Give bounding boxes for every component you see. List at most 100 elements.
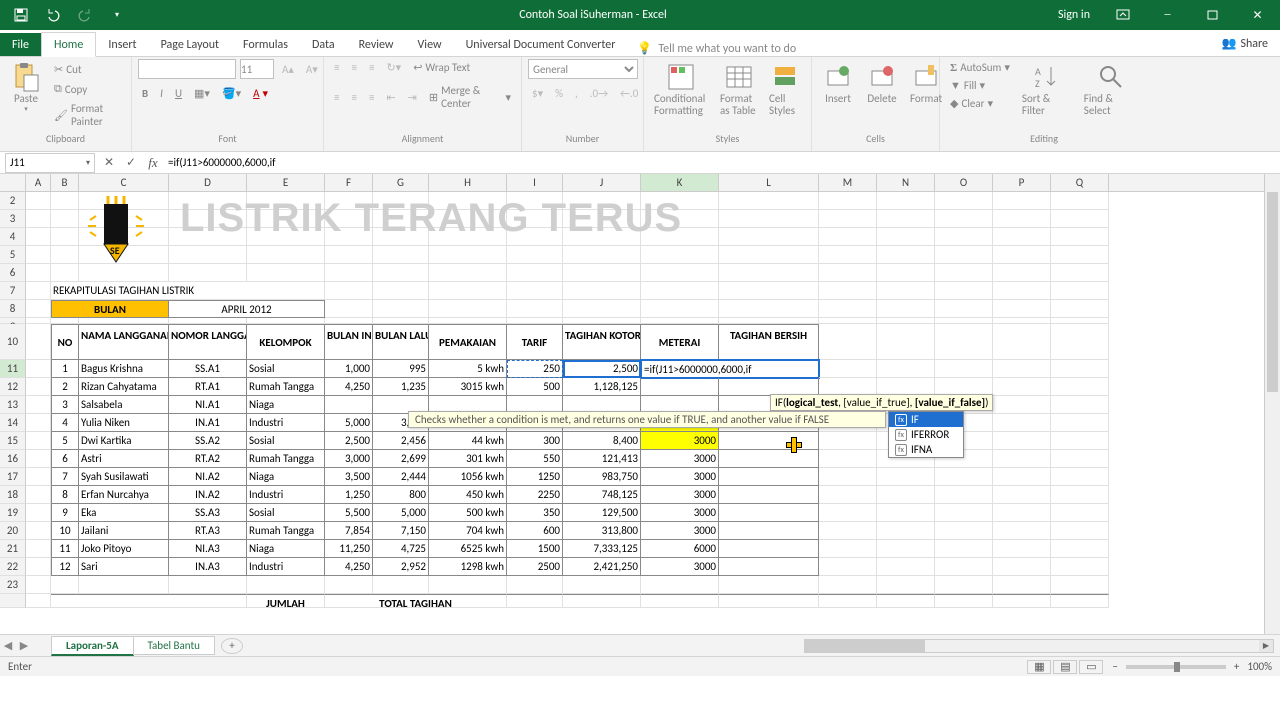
italic-button[interactable]: I: [156, 85, 167, 102]
font-size-input[interactable]: [240, 59, 274, 79]
sheet-tab-laporan[interactable]: Laporan-5A: [51, 636, 134, 656]
titlebar: ▾ Contoh Soal iSuherman - Excel Sign in …: [0, 0, 1280, 30]
tab-udc[interactable]: Universal Document Converter: [454, 33, 628, 56]
autocomplete-item-iferror[interactable]: fxIFERROR: [889, 427, 963, 442]
font-name-input[interactable]: [138, 59, 236, 79]
copy-button[interactable]: ⧉Copy: [50, 80, 125, 98]
redo-button[interactable]: [70, 1, 100, 29]
save-button[interactable]: [6, 1, 36, 29]
tab-home[interactable]: Home: [41, 32, 96, 57]
cut-button[interactable]: ✂Cut: [50, 61, 125, 78]
sheet-tab-tabelbantu[interactable]: Tabel Bantu: [133, 636, 215, 655]
tab-data[interactable]: Data: [300, 33, 347, 56]
tab-view[interactable]: View: [406, 33, 454, 56]
delete-cell-button[interactable]: Delete: [862, 59, 902, 107]
decimal-dec-button[interactable]: ←.0: [616, 85, 642, 102]
tell-me[interactable]: 💡Tell me what you want to do: [627, 41, 806, 56]
merge-center-button[interactable]: ⊞ Merge & Center▾: [425, 82, 515, 112]
pagebreak-view-button[interactable]: ▭: [1079, 660, 1103, 674]
align-middle-button[interactable]: ≡: [347, 59, 360, 76]
format-as-table-button[interactable]: Format as Table: [716, 59, 761, 119]
sheet-tab-bar: ◀ ▶ Laporan-5A Tabel Bantu + ◀▶: [0, 634, 1280, 656]
minimize-button[interactable]: ─: [1145, 0, 1190, 30]
cancel-formula-button[interactable]: ✕: [98, 155, 120, 170]
tab-insert[interactable]: Insert: [96, 33, 148, 56]
align-center-button[interactable]: ≡: [347, 89, 360, 106]
horizontal-scrollbar[interactable]: ◀▶: [804, 639, 1274, 653]
enter-formula-button[interactable]: ✓: [120, 155, 142, 170]
decrease-font-button[interactable]: A▾: [302, 61, 322, 78]
fill-button[interactable]: ▼ Fill ▾: [946, 77, 1014, 94]
ribbon: Paste▾ ✂Cut ⧉Copy 🖌Format Painter Clipbo…: [0, 57, 1280, 152]
orientation-button[interactable]: ↻▾: [382, 59, 405, 76]
sheet-nav-prev[interactable]: ◀: [0, 639, 16, 652]
insert-function-button[interactable]: fx: [142, 155, 164, 171]
align-top-button[interactable]: ≡: [330, 59, 343, 76]
name-box[interactable]: J11▾: [5, 153, 95, 173]
currency-button[interactable]: $▾: [528, 85, 547, 102]
column-headers[interactable]: ABCDEFGHIJKLMNOPQ: [0, 174, 1280, 192]
sheet-nav-next[interactable]: ▶: [16, 639, 32, 652]
paste-button[interactable]: Paste▾: [6, 59, 46, 115]
sort-filter-button[interactable]: AZSort & Filter: [1018, 59, 1076, 119]
fx-icon: fx: [895, 444, 907, 456]
maximize-button[interactable]: [1190, 0, 1235, 30]
page-layout-view-button[interactable]: ▤: [1053, 660, 1077, 674]
zoom-level[interactable]: 100%: [1247, 660, 1272, 673]
app-title: Contoh Soal iSuherman - Excel: [138, 8, 1048, 22]
tab-pagelayout[interactable]: Page Layout: [149, 33, 231, 56]
group-styles-label: Styles: [650, 131, 805, 147]
signin-link[interactable]: Sign in: [1048, 0, 1100, 30]
status-mode: Enter: [8, 660, 32, 673]
formula-autocomplete[interactable]: fxIF fxIFERROR fxIFNA: [888, 411, 964, 458]
group-clipboard-label: Clipboard: [6, 131, 125, 147]
comma-button[interactable]: ,: [571, 85, 582, 102]
align-left-button[interactable]: ≡: [330, 89, 343, 106]
font-color-button[interactable]: A▾: [249, 85, 272, 102]
svg-text:SE: SE: [110, 244, 120, 257]
cell-styles-button[interactable]: Cell Styles: [765, 59, 805, 119]
align-right-button[interactable]: ≡: [365, 89, 378, 106]
group-alignment-label: Alignment: [330, 131, 515, 147]
fx-icon: fx: [895, 429, 907, 441]
zoom-out-button[interactable]: −: [1112, 660, 1117, 673]
edit-cursor-icon: [786, 437, 800, 451]
percent-button[interactable]: %: [551, 85, 567, 102]
find-select-button[interactable]: Find & Select: [1080, 59, 1142, 119]
autosum-button[interactable]: Σ AutoSum ▾: [946, 59, 1014, 76]
tab-review[interactable]: Review: [347, 33, 406, 56]
decimal-inc-button[interactable]: .0→: [586, 85, 612, 102]
align-bottom-button[interactable]: ≡: [365, 59, 378, 76]
formula-input[interactable]: =if(J11>6000000,6000,if: [164, 156, 1280, 169]
qat-customize[interactable]: ▾: [102, 1, 132, 29]
ribbon-options-button[interactable]: [1100, 0, 1145, 30]
add-sheet-button[interactable]: +: [221, 638, 243, 654]
tab-formulas[interactable]: Formulas: [231, 33, 300, 56]
undo-button[interactable]: [38, 1, 68, 29]
clear-button[interactable]: ◆ Clear ▾: [946, 95, 1014, 112]
increase-font-button[interactable]: A▴: [278, 61, 298, 78]
normal-view-button[interactable]: ▦: [1027, 660, 1051, 674]
autocomplete-item-ifna[interactable]: fxIFNA: [889, 442, 963, 457]
formula-bar: J11▾ ✕ ✓ fx =if(J11>6000000,6000,if: [0, 152, 1280, 174]
close-button[interactable]: ✕: [1235, 0, 1280, 30]
indent-dec-button[interactable]: ⇤: [382, 89, 399, 106]
function-signature-tooltip[interactable]: IF(logical_test, [value_if_true], [value…: [770, 394, 993, 411]
conditional-formatting-button[interactable]: Conditional Formatting: [650, 59, 712, 119]
tab-file[interactable]: File: [0, 33, 41, 56]
border-button[interactable]: ▦▾: [190, 85, 214, 102]
fill-color-button[interactable]: 🪣▾: [218, 85, 245, 102]
indent-inc-button[interactable]: ⇥: [404, 89, 421, 106]
zoom-slider[interactable]: [1126, 665, 1226, 669]
autocomplete-item-if[interactable]: fxIF: [889, 412, 963, 427]
format-painter-button[interactable]: 🖌Format Painter: [50, 100, 125, 130]
zoom-in-button[interactable]: +: [1234, 660, 1239, 673]
wrap-text-button[interactable]: ↩ Wrap Text: [409, 59, 474, 76]
insert-cell-button[interactable]: Insert: [818, 59, 858, 107]
bold-button[interactable]: B: [138, 85, 152, 102]
vertical-scrollbar[interactable]: [1264, 174, 1280, 634]
brush-icon: 🖌: [54, 109, 68, 122]
number-format-select[interactable]: General: [528, 59, 638, 79]
underline-button[interactable]: U: [171, 85, 186, 102]
share-button[interactable]: 👥Share: [1209, 31, 1280, 56]
